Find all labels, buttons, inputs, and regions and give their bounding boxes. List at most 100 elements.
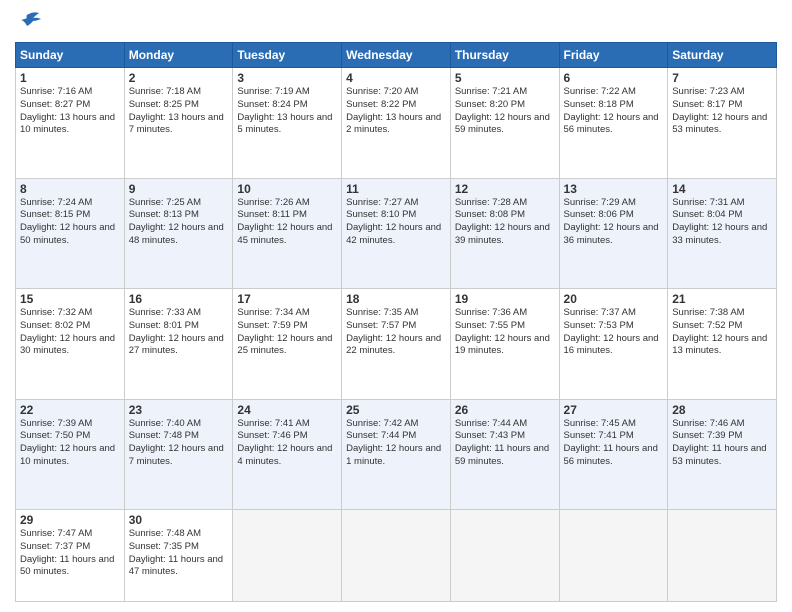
day-number: 5: [455, 71, 555, 85]
day-cell: 4Sunrise: 7:20 AMSunset: 8:22 PMDaylight…: [342, 68, 451, 179]
day-content: Sunrise: 7:37 AMSunset: 7:53 PMDaylight:…: [564, 307, 664, 358]
daylight-text: Daylight: 12 hours and 16 minutes.: [564, 333, 664, 359]
daylight-text: Daylight: 12 hours and 4 minutes.: [237, 443, 337, 469]
day-cell: 21Sunrise: 7:38 AMSunset: 7:52 PMDayligh…: [668, 289, 777, 400]
sunrise-text: Sunrise: 7:20 AM: [346, 86, 446, 99]
day-number: 30: [129, 513, 229, 527]
day-content: Sunrise: 7:16 AMSunset: 8:27 PMDaylight:…: [20, 86, 120, 137]
day-cell: 24Sunrise: 7:41 AMSunset: 7:46 PMDayligh…: [233, 399, 342, 510]
col-thursday: Thursday: [450, 43, 559, 68]
sunset-text: Sunset: 8:27 PM: [20, 99, 120, 112]
daylight-text: Daylight: 12 hours and 30 minutes.: [20, 333, 120, 359]
day-content: Sunrise: 7:35 AMSunset: 7:57 PMDaylight:…: [346, 307, 446, 358]
day-cell: 16Sunrise: 7:33 AMSunset: 8:01 PMDayligh…: [124, 289, 233, 400]
sunrise-text: Sunrise: 7:44 AM: [455, 418, 555, 431]
week-row-5: 29Sunrise: 7:47 AMSunset: 7:37 PMDayligh…: [16, 510, 777, 602]
daylight-text: Daylight: 12 hours and 27 minutes.: [129, 333, 229, 359]
col-tuesday: Tuesday: [233, 43, 342, 68]
sunrise-text: Sunrise: 7:28 AM: [455, 197, 555, 210]
day-number: 12: [455, 182, 555, 196]
sunrise-text: Sunrise: 7:40 AM: [129, 418, 229, 431]
daylight-text: Daylight: 12 hours and 19 minutes.: [455, 333, 555, 359]
daylight-text: Daylight: 11 hours and 53 minutes.: [672, 443, 772, 469]
day-number: 4: [346, 71, 446, 85]
day-cell: 25Sunrise: 7:42 AMSunset: 7:44 PMDayligh…: [342, 399, 451, 510]
day-number: 13: [564, 182, 664, 196]
day-cell: 18Sunrise: 7:35 AMSunset: 7:57 PMDayligh…: [342, 289, 451, 400]
day-number: 11: [346, 182, 446, 196]
day-number: 24: [237, 403, 337, 417]
sunset-text: Sunset: 7:59 PM: [237, 320, 337, 333]
sunset-text: Sunset: 8:11 PM: [237, 209, 337, 222]
week-row-3: 15Sunrise: 7:32 AMSunset: 8:02 PMDayligh…: [16, 289, 777, 400]
daylight-text: Daylight: 11 hours and 56 minutes.: [564, 443, 664, 469]
day-content: Sunrise: 7:38 AMSunset: 7:52 PMDaylight:…: [672, 307, 772, 358]
sunset-text: Sunset: 8:10 PM: [346, 209, 446, 222]
sunrise-text: Sunrise: 7:19 AM: [237, 86, 337, 99]
day-number: 27: [564, 403, 664, 417]
day-cell: 12Sunrise: 7:28 AMSunset: 8:08 PMDayligh…: [450, 178, 559, 289]
day-content: Sunrise: 7:36 AMSunset: 7:55 PMDaylight:…: [455, 307, 555, 358]
daylight-text: Daylight: 12 hours and 39 minutes.: [455, 222, 555, 248]
logo: [15, 10, 47, 34]
sunset-text: Sunset: 7:52 PM: [672, 320, 772, 333]
daylight-text: Daylight: 12 hours and 56 minutes.: [564, 112, 664, 138]
daylight-text: Daylight: 11 hours and 50 minutes.: [20, 554, 120, 580]
sunset-text: Sunset: 7:50 PM: [20, 430, 120, 443]
day-content: Sunrise: 7:45 AMSunset: 7:41 PMDaylight:…: [564, 418, 664, 469]
day-number: 19: [455, 292, 555, 306]
day-number: 1: [20, 71, 120, 85]
daylight-text: Daylight: 12 hours and 59 minutes.: [455, 112, 555, 138]
sunset-text: Sunset: 7:57 PM: [346, 320, 446, 333]
day-number: 10: [237, 182, 337, 196]
day-number: 23: [129, 403, 229, 417]
col-sunday: Sunday: [16, 43, 125, 68]
day-number: 21: [672, 292, 772, 306]
day-content: Sunrise: 7:22 AMSunset: 8:18 PMDaylight:…: [564, 86, 664, 137]
day-cell: 9Sunrise: 7:25 AMSunset: 8:13 PMDaylight…: [124, 178, 233, 289]
day-number: 25: [346, 403, 446, 417]
sunset-text: Sunset: 8:04 PM: [672, 209, 772, 222]
daylight-text: Daylight: 12 hours and 10 minutes.: [20, 443, 120, 469]
sunset-text: Sunset: 7:37 PM: [20, 541, 120, 554]
day-content: Sunrise: 7:28 AMSunset: 8:08 PMDaylight:…: [455, 197, 555, 248]
col-saturday: Saturday: [668, 43, 777, 68]
day-content: Sunrise: 7:40 AMSunset: 7:48 PMDaylight:…: [129, 418, 229, 469]
day-cell: 17Sunrise: 7:34 AMSunset: 7:59 PMDayligh…: [233, 289, 342, 400]
daylight-text: Daylight: 12 hours and 25 minutes.: [237, 333, 337, 359]
daylight-text: Daylight: 12 hours and 53 minutes.: [672, 112, 772, 138]
day-number: 14: [672, 182, 772, 196]
sunset-text: Sunset: 7:53 PM: [564, 320, 664, 333]
day-cell: 7Sunrise: 7:23 AMSunset: 8:17 PMDaylight…: [668, 68, 777, 179]
col-friday: Friday: [559, 43, 668, 68]
sunset-text: Sunset: 7:41 PM: [564, 430, 664, 443]
day-number: 17: [237, 292, 337, 306]
day-content: Sunrise: 7:21 AMSunset: 8:20 PMDaylight:…: [455, 86, 555, 137]
day-cell: 6Sunrise: 7:22 AMSunset: 8:18 PMDaylight…: [559, 68, 668, 179]
day-cell: 5Sunrise: 7:21 AMSunset: 8:20 PMDaylight…: [450, 68, 559, 179]
sunrise-text: Sunrise: 7:46 AM: [672, 418, 772, 431]
day-content: Sunrise: 7:47 AMSunset: 7:37 PMDaylight:…: [20, 528, 120, 579]
sunset-text: Sunset: 7:39 PM: [672, 430, 772, 443]
week-row-1: 1Sunrise: 7:16 AMSunset: 8:27 PMDaylight…: [16, 68, 777, 179]
day-number: 7: [672, 71, 772, 85]
day-cell: 23Sunrise: 7:40 AMSunset: 7:48 PMDayligh…: [124, 399, 233, 510]
day-content: Sunrise: 7:23 AMSunset: 8:17 PMDaylight:…: [672, 86, 772, 137]
sunrise-text: Sunrise: 7:22 AM: [564, 86, 664, 99]
day-cell: 26Sunrise: 7:44 AMSunset: 7:43 PMDayligh…: [450, 399, 559, 510]
day-content: Sunrise: 7:20 AMSunset: 8:22 PMDaylight:…: [346, 86, 446, 137]
day-number: 15: [20, 292, 120, 306]
sunrise-text: Sunrise: 7:47 AM: [20, 528, 120, 541]
day-content: Sunrise: 7:44 AMSunset: 7:43 PMDaylight:…: [455, 418, 555, 469]
day-content: Sunrise: 7:31 AMSunset: 8:04 PMDaylight:…: [672, 197, 772, 248]
page: Sunday Monday Tuesday Wednesday Thursday…: [0, 0, 792, 612]
sunrise-text: Sunrise: 7:21 AM: [455, 86, 555, 99]
day-content: Sunrise: 7:25 AMSunset: 8:13 PMDaylight:…: [129, 197, 229, 248]
day-cell: 28Sunrise: 7:46 AMSunset: 7:39 PMDayligh…: [668, 399, 777, 510]
sunrise-text: Sunrise: 7:45 AM: [564, 418, 664, 431]
day-cell: 11Sunrise: 7:27 AMSunset: 8:10 PMDayligh…: [342, 178, 451, 289]
day-content: Sunrise: 7:46 AMSunset: 7:39 PMDaylight:…: [672, 418, 772, 469]
sunrise-text: Sunrise: 7:32 AM: [20, 307, 120, 320]
day-number: 3: [237, 71, 337, 85]
sunrise-text: Sunrise: 7:24 AM: [20, 197, 120, 210]
